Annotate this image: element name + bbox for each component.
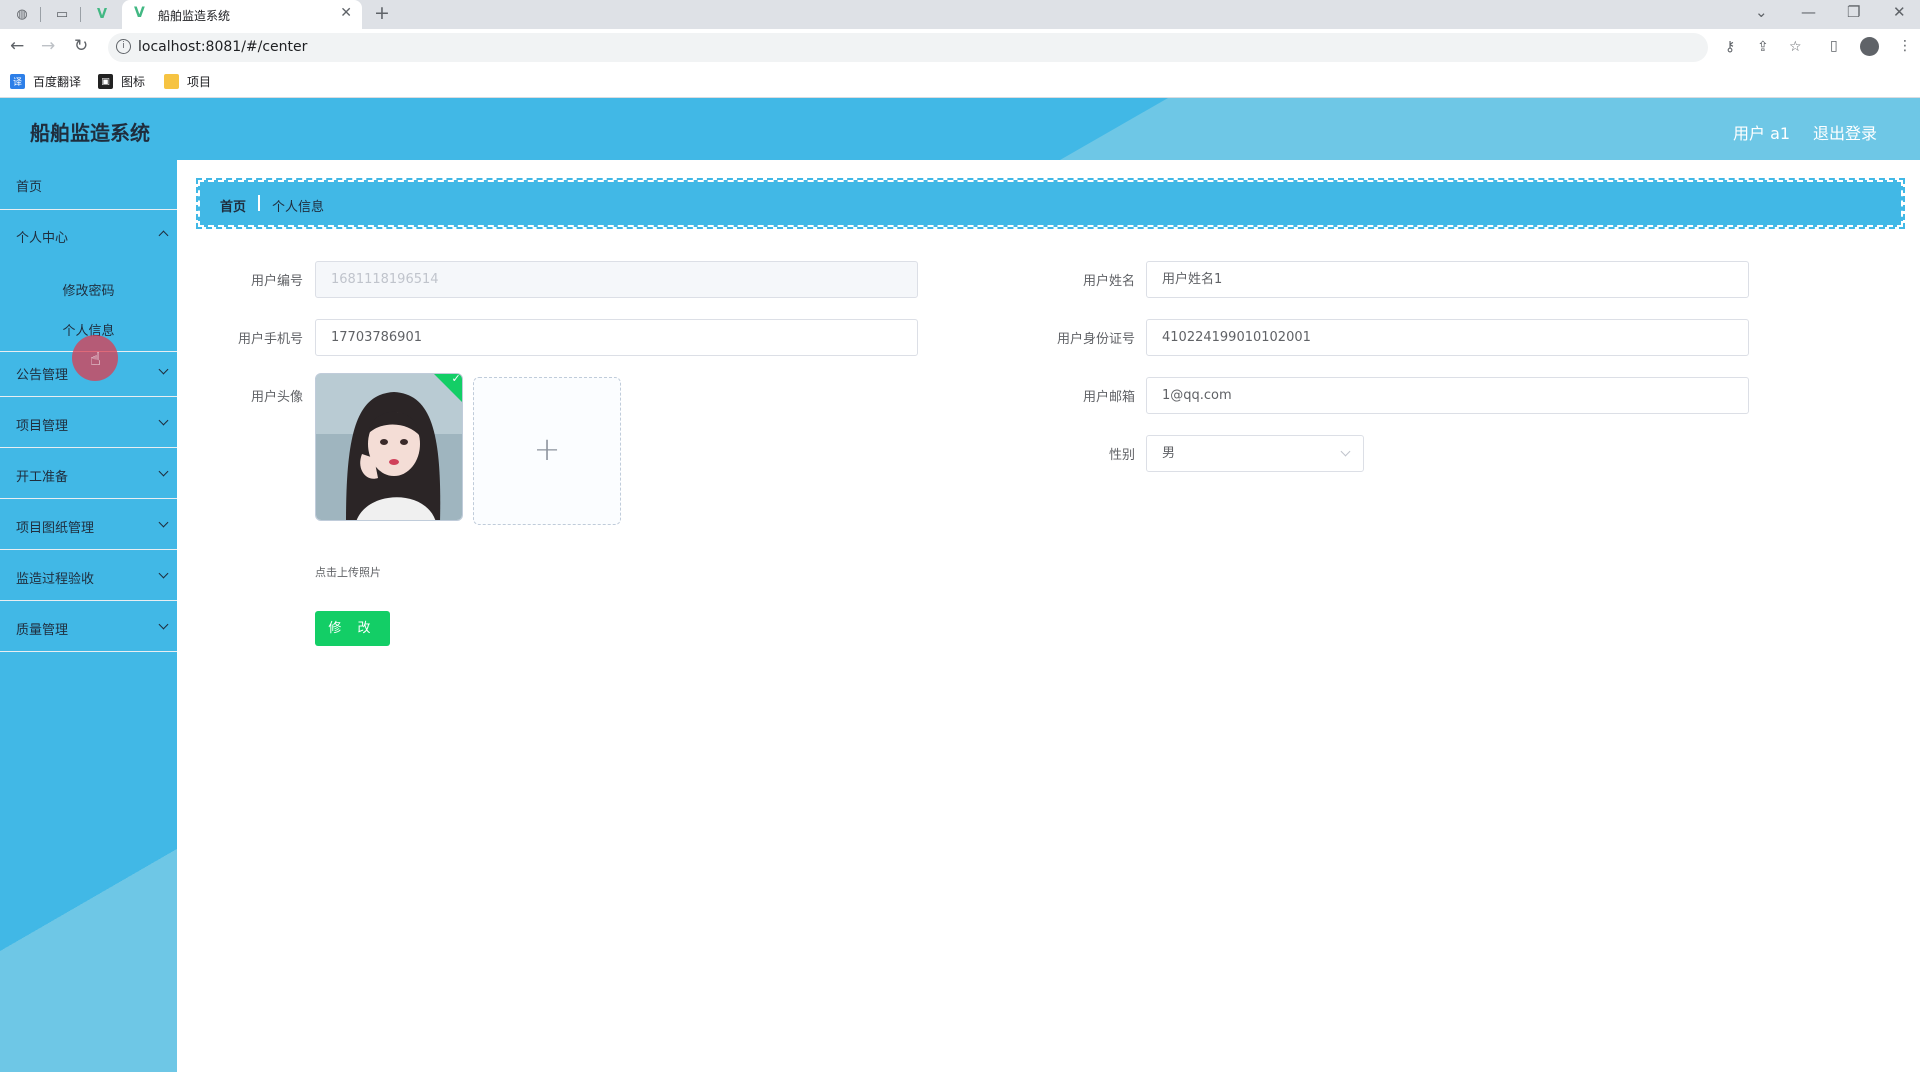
id-card-field[interactable]: 410224199010102001 xyxy=(1146,319,1749,356)
chevron-down-icon xyxy=(1340,446,1351,457)
sidebar-item-start-prep[interactable]: 开工准备 xyxy=(0,448,177,499)
globe-icon[interactable]: ◍ xyxy=(12,4,32,24)
bookmark-folder-project[interactable]: 项目 xyxy=(164,73,211,90)
back-icon[interactable]: ← xyxy=(10,36,24,56)
sidebar-item-drawings[interactable]: 项目图纸管理 xyxy=(0,499,177,550)
tab-search-icon[interactable]: ⌄ xyxy=(1755,3,1768,21)
user-name-field[interactable]: 用户姓名1 xyxy=(1146,261,1749,298)
tab-title: 船舶监造系统 xyxy=(158,9,231,23)
sidebar-item-label: 监造过程验收 xyxy=(16,572,95,587)
browser-tab-bar: ◍ ▭ V V 船舶监造系统 ✕ + ⌄ — ❐ ✕ xyxy=(0,0,1920,29)
gender-selected-value: 男 xyxy=(1162,446,1176,461)
restore-icon[interactable]: ❐ xyxy=(1847,3,1860,21)
logout-button[interactable]: 退出登录 xyxy=(1813,120,1877,144)
check-icon: ✓ xyxy=(451,373,461,385)
blank-tab-icon[interactable]: ▭ xyxy=(52,4,72,24)
new-tab-icon[interactable]: + xyxy=(374,2,390,24)
user-name-label: 用户姓名 xyxy=(1082,274,1135,289)
share-icon[interactable]: ⇪ xyxy=(1757,39,1769,55)
current-user: 用户 a1 xyxy=(1733,124,1791,143)
key-icon[interactable]: ⚷ xyxy=(1725,39,1735,55)
avatar-upload-button[interactable]: + xyxy=(473,377,621,525)
translate-icon: 译 xyxy=(10,74,25,89)
id-card-label: 用户身份证号 xyxy=(1056,332,1135,347)
sidebar-item-projects[interactable]: 项目管理 xyxy=(0,397,177,448)
bookmark-baidu-translate[interactable]: 译 百度翻译 xyxy=(10,73,81,90)
app-title: 船舶监造系统 xyxy=(30,121,150,145)
chevron-down-icon xyxy=(158,466,169,477)
chevron-down-icon xyxy=(158,619,169,630)
gender-label: 性别 xyxy=(1108,448,1135,463)
chevron-down-icon xyxy=(158,415,169,426)
image-icon: ▣ xyxy=(98,74,113,89)
sidebar-item-home[interactable]: 首页 xyxy=(0,160,177,210)
avatar-image[interactable]: ✓ xyxy=(315,373,463,521)
bookmark-icons[interactable]: ▣ 图标 xyxy=(98,73,145,90)
email-field[interactable]: 1@qq.com xyxy=(1146,377,1749,414)
side-panel-icon[interactable]: ▯ xyxy=(1830,38,1838,54)
phone-label: 用户手机号 xyxy=(237,332,303,347)
upload-tip: 点击上传照片 xyxy=(315,566,381,579)
reload-icon[interactable]: ↻ xyxy=(74,36,88,56)
chevron-up-icon xyxy=(158,230,169,241)
bookmarks-bar: 译 百度翻译 ▣ 图标 项目 xyxy=(0,66,1920,98)
sidebar-item-label: 公告管理 xyxy=(16,368,69,383)
sidebar-item-inspection[interactable]: 监造过程验收 xyxy=(0,550,177,601)
vue-tab-icon[interactable]: V xyxy=(92,4,112,24)
bookmark-label: 项目 xyxy=(187,75,212,89)
minimize-icon[interactable]: — xyxy=(1801,3,1816,21)
url-text: localhost:8081/#/center xyxy=(138,39,308,55)
sidebar-item-label: 质量管理 xyxy=(16,623,69,638)
site-info-icon[interactable]: i xyxy=(116,39,131,54)
phone-field[interactable]: 17703786901 xyxy=(315,319,918,356)
profile-icon[interactable] xyxy=(1860,37,1879,56)
close-tab-icon[interactable]: ✕ xyxy=(340,5,352,21)
breadcrumb: 首页 个人信息 xyxy=(196,178,1905,229)
app-header: 船舶监造系统 用户 a1 退出登录 xyxy=(0,98,1920,160)
user-no-field[interactable]: 1681118196514 xyxy=(315,261,918,298)
header-decoration xyxy=(1060,98,1920,160)
chevron-down-icon xyxy=(158,568,169,579)
window-close-icon[interactable]: ✕ xyxy=(1893,3,1906,21)
avatar-portrait xyxy=(316,374,462,520)
sidebar-subitem-change-password[interactable]: 修改密码 xyxy=(0,272,177,312)
bookmark-label: 百度翻译 xyxy=(33,75,82,89)
sidebar-subitem-label: 修改密码 xyxy=(62,284,115,299)
sidebar-item-label: 个人中心 xyxy=(16,231,69,246)
breadcrumb-separator xyxy=(258,195,260,211)
bookmark-label: 图标 xyxy=(121,75,146,89)
sidebar-item-label: 项目图纸管理 xyxy=(16,521,95,536)
sidebar: 首页 个人中心 修改密码 个人信息 公告管理 项目管理 开工准备 项目图纸管理 … xyxy=(0,160,177,1072)
chevron-down-icon xyxy=(158,517,169,528)
folder-icon xyxy=(164,74,179,89)
chevron-down-icon xyxy=(158,364,169,375)
address-bar-row: ← → ↻ i localhost:8081/#/center ⚷ ⇪ ☆ ▯ … xyxy=(0,29,1920,66)
hand-cursor-icon: ☝ xyxy=(90,349,101,370)
plus-icon: + xyxy=(533,430,561,468)
tab-divider xyxy=(40,7,41,22)
gender-select[interactable]: 男 xyxy=(1146,435,1364,472)
menu-icon[interactable]: ⋮ xyxy=(1898,38,1912,54)
avatar-label: 用户头像 xyxy=(250,390,303,405)
star-icon[interactable]: ☆ xyxy=(1789,39,1802,55)
breadcrumb-current: 个人信息 xyxy=(272,200,325,215)
modify-button[interactable]: 修 改 xyxy=(315,611,390,646)
email-label: 用户邮箱 xyxy=(1082,390,1135,405)
url-field[interactable]: i localhost:8081/#/center ⚷ ⇪ ☆ xyxy=(108,33,1802,62)
vue-logo-icon: V xyxy=(134,5,145,21)
sidebar-item-label: 开工准备 xyxy=(16,470,69,485)
sidebar-item-label: 项目管理 xyxy=(16,419,69,434)
breadcrumb-home[interactable]: 首页 xyxy=(220,196,246,215)
active-tab[interactable]: V 船舶监造系统 ✕ xyxy=(122,0,362,29)
sidebar-item-label: 首页 xyxy=(16,180,43,195)
user-no-label: 用户编号 xyxy=(250,274,303,289)
sidebar-item-quality[interactable]: 质量管理 xyxy=(0,601,177,652)
tab-divider xyxy=(80,7,81,22)
forward-icon[interactable]: → xyxy=(41,36,55,56)
